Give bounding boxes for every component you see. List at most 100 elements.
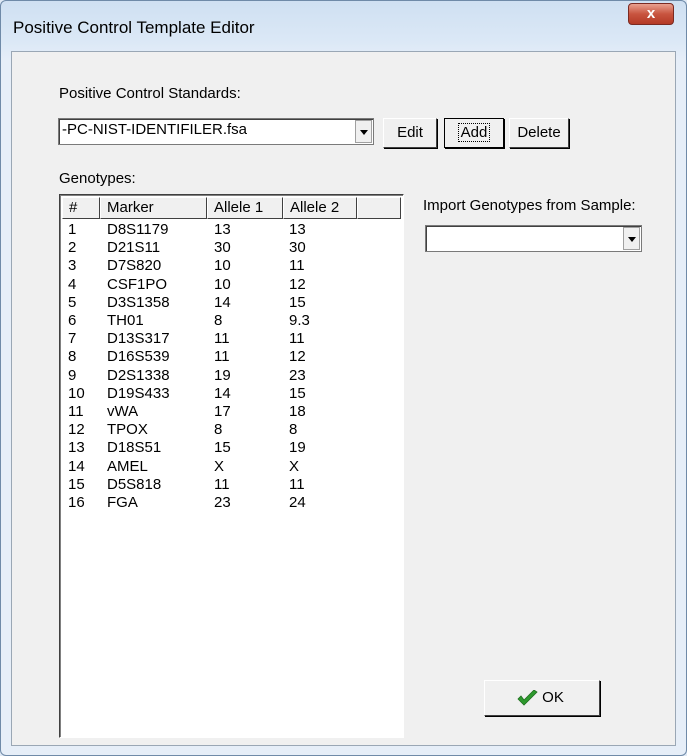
marker-cell: D8S1179 xyxy=(107,221,169,238)
standards-select[interactable]: -PC-NIST-IDENTIFILER.fsa xyxy=(58,118,374,145)
row-number: 12 xyxy=(68,421,85,439)
row-number: 14 xyxy=(68,457,85,475)
allele-1-cell: 14 xyxy=(214,293,231,311)
allele-1-cell: 11 xyxy=(214,330,230,348)
allele-2-cell: 12 xyxy=(289,348,306,366)
table-row[interactable]: 4 CSF1PO 10 12 xyxy=(60,276,390,294)
ok-button[interactable]: OK xyxy=(484,680,600,716)
allele-2-cell: 15 xyxy=(289,384,306,402)
column-header-allele-2[interactable]: Allele 2 xyxy=(283,197,357,219)
allele-2-cell: 11 xyxy=(289,475,305,493)
title-bar[interactable]: Positive Control Template Editor x xyxy=(1,1,686,51)
import-label: Import Genotypes from Sample: xyxy=(423,197,636,214)
close-button[interactable]: x xyxy=(628,3,674,25)
allele-2-cell: 11 xyxy=(289,257,305,275)
import-dropdown-button[interactable] xyxy=(623,227,640,250)
marker-cell: CSF1PO xyxy=(107,275,168,293)
genotypes-label: Genotypes: xyxy=(59,170,136,187)
row-number: 15 xyxy=(68,475,85,493)
allele-1-cell: 10 xyxy=(214,257,231,275)
table-row[interactable]: 3 D7S820 10 11 xyxy=(60,257,390,275)
marker-cell: vWA xyxy=(107,403,139,420)
allele-2-cell: 8 xyxy=(289,421,298,439)
allele-1-cell: 17 xyxy=(214,403,231,420)
table-row[interactable]: 2 D21S11 30 30 xyxy=(60,239,390,257)
allele-2-cell: X xyxy=(289,457,300,475)
marker-cell: D16S539 xyxy=(107,348,170,366)
edit-button[interactable]: Edit xyxy=(383,118,437,148)
table-row[interactable]: 12 TPOX 8 8 xyxy=(60,421,390,439)
allele-1-cell: 11 xyxy=(214,348,230,366)
allele-1-cell: 19 xyxy=(214,366,231,384)
standards-label: Positive Control Standards: xyxy=(59,85,241,102)
marker-cell: D3S1358 xyxy=(107,293,170,311)
column-header-marker[interactable]: Marker xyxy=(100,197,207,219)
allele-1-cell: 8 xyxy=(214,312,223,329)
table-row[interactable]: 15 D5S818 11 11 xyxy=(60,476,390,494)
table-row[interactable]: 9 D2S1338 19 23 xyxy=(60,367,390,385)
marker-cell: D13S317 xyxy=(107,330,170,348)
row-number: 11 xyxy=(68,403,84,420)
add-button-label: Add xyxy=(457,123,491,142)
add-button[interactable]: Add xyxy=(444,118,504,148)
marker-cell: TPOX xyxy=(107,421,148,439)
table-row[interactable]: 1 D8S1179 13 13 xyxy=(60,221,390,239)
marker-cell: D2S1338 xyxy=(107,366,170,384)
delete-button[interactable]: Delete xyxy=(509,118,569,148)
table-row[interactable]: 11 vWA 17 18 xyxy=(60,403,390,421)
table-row[interactable]: 5 D3S1358 14 15 xyxy=(60,294,390,312)
chevron-down-icon xyxy=(360,130,368,135)
row-number: 13 xyxy=(68,439,85,457)
allele-1-cell: 11 xyxy=(214,475,230,493)
row-number: 1 xyxy=(68,221,77,238)
allele-2-cell: 23 xyxy=(289,366,306,384)
table-row[interactable]: 16 FGA 23 24 xyxy=(60,494,390,512)
row-number: 8 xyxy=(68,348,77,366)
allele-2-cell: 30 xyxy=(289,239,306,257)
checkmark-icon xyxy=(517,690,538,706)
marker-cell: D21S11 xyxy=(107,239,161,257)
row-number: 7 xyxy=(68,330,77,348)
allele-1-cell: 13 xyxy=(214,221,231,238)
window-title: Positive Control Template Editor xyxy=(13,18,255,37)
delete-button-label: Delete xyxy=(517,124,561,141)
allele-2-cell: 9.3 xyxy=(289,312,310,329)
dialog-client-area: Positive Control Standards: -PC-NIST-IDE… xyxy=(11,51,676,746)
edit-button-label: Edit xyxy=(397,124,423,141)
row-number: 6 xyxy=(68,312,77,329)
row-number: 4 xyxy=(68,275,77,293)
table-row[interactable]: 8 D16S539 11 12 xyxy=(60,348,390,366)
table-row[interactable]: 13 D18S51 15 19 xyxy=(60,439,390,457)
genotypes-table[interactable]: # Marker Allele 1 Allele 2 1 D8S1179 13 13 2… xyxy=(59,194,404,738)
marker-cell: AMEL xyxy=(107,457,148,475)
row-number: 3 xyxy=(68,257,77,275)
allele-1-cell: 8 xyxy=(214,421,223,439)
marker-cell: D18S51 xyxy=(107,439,162,457)
column-header-number[interactable]: # xyxy=(62,197,100,219)
standards-select-value: -PC-NIST-IDENTIFILER.fsa xyxy=(62,121,248,138)
allele-1-cell: 15 xyxy=(214,439,231,457)
marker-cell: D5S818 xyxy=(107,475,162,493)
column-header-filler xyxy=(357,197,401,219)
row-number: 16 xyxy=(68,494,85,511)
row-number: 10 xyxy=(68,384,85,402)
allele-2-cell: 18 xyxy=(289,403,306,420)
allele-1-cell: X xyxy=(214,457,225,475)
allele-2-cell: 24 xyxy=(289,494,306,511)
row-number: 5 xyxy=(68,293,77,311)
table-row[interactable]: 10 D19S433 14 15 xyxy=(60,385,390,403)
column-header-allele-1[interactable]: Allele 1 xyxy=(207,197,283,219)
import-sample-select[interactable] xyxy=(425,225,642,252)
marker-cell: TH01 xyxy=(107,312,144,329)
row-number: 9 xyxy=(68,366,77,384)
table-row[interactable]: 14 AMEL X X xyxy=(60,458,390,476)
allele-1-cell: 23 xyxy=(214,494,231,511)
allele-2-cell: 13 xyxy=(289,221,306,238)
allele-2-cell: 12 xyxy=(289,275,306,293)
allele-2-cell: 11 xyxy=(289,330,305,348)
standards-dropdown-button[interactable] xyxy=(355,120,372,143)
table-row[interactable]: 6 TH01 8 9.3 xyxy=(60,312,390,330)
ok-button-label: OK xyxy=(542,689,564,706)
table-row[interactable]: 7 D13S317 11 11 xyxy=(60,330,390,348)
row-number: 2 xyxy=(68,239,77,257)
